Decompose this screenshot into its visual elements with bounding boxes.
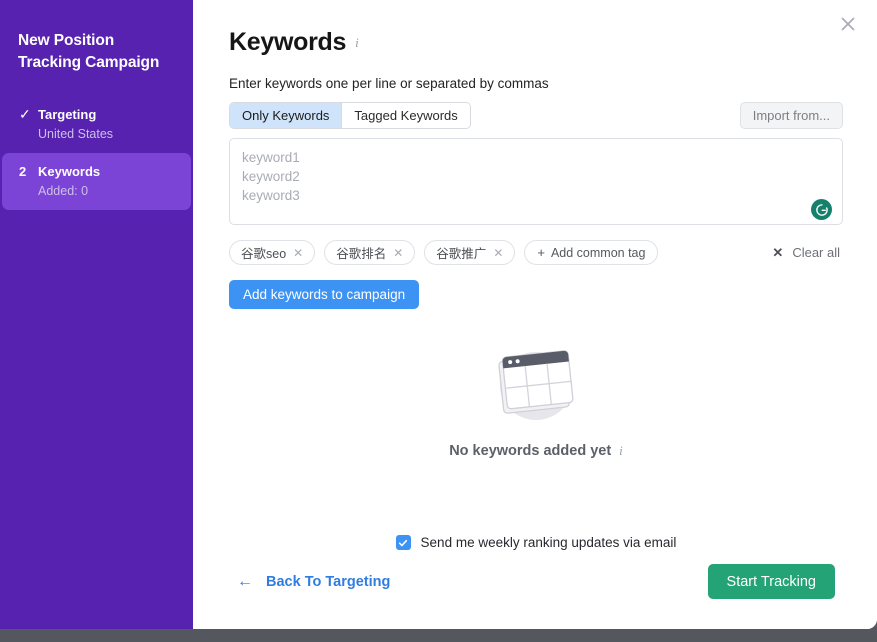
- page-bottom-bar: [0, 629, 877, 642]
- tag-chip[interactable]: 谷歌推广 ✕: [424, 240, 516, 265]
- keywords-textarea-wrap: [229, 138, 843, 230]
- keyword-mode-segmented-control: Only Keywords Tagged Keywords: [229, 102, 471, 129]
- tag-chip-label: 谷歌排名: [336, 247, 387, 261]
- step-label-targeting: Targeting: [38, 107, 97, 122]
- tag-chip[interactable]: 谷歌seo ✕: [229, 240, 316, 265]
- step-label-keywords: Keywords: [38, 164, 101, 179]
- clear-all-button[interactable]: ✕ Clear all: [772, 245, 843, 260]
- info-icon[interactable]: i: [619, 443, 623, 459]
- info-icon[interactable]: i: [355, 35, 359, 51]
- weekly-updates-checkbox[interactable]: [395, 535, 411, 550]
- empty-state-text-row: No keywords added yet i: [449, 443, 623, 459]
- tag-chip-list: 谷歌seo ✕ 谷歌排名 ✕ 谷歌推广 ✕ + Add common tag: [229, 240, 659, 265]
- empty-state-message: No keywords added yet: [449, 443, 612, 459]
- close-icon[interactable]: ✕: [393, 247, 403, 259]
- step-sub-keywords: Added: 0: [38, 184, 89, 198]
- weekly-updates-label[interactable]: Send me weekly ranking updates via email: [421, 535, 677, 550]
- campaign-wizard-modal: New Position Tracking Campaign ✓ Targeti…: [0, 0, 877, 629]
- back-to-targeting-label: Back To Targeting: [266, 573, 391, 590]
- close-icon[interactable]: ✕: [293, 247, 303, 259]
- panel-subtitle: Enter keywords one per line or separated…: [229, 76, 549, 91]
- arrow-left-icon: ←: [237, 572, 253, 590]
- empty-table-illustration: [498, 350, 574, 420]
- page-title-row: Keywords i: [229, 28, 843, 57]
- close-icon[interactable]: [833, 9, 863, 39]
- sidebar-step-targeting[interactable]: ✓ Targeting United States: [2, 96, 191, 153]
- tab-only-keywords[interactable]: Only Keywords: [230, 103, 342, 128]
- grammarly-icon[interactable]: [811, 199, 832, 220]
- back-to-targeting-link[interactable]: ← Back To Targeting: [237, 572, 391, 590]
- add-common-tag-button[interactable]: + Add common tag: [524, 240, 659, 265]
- keywords-panel: Keywords i Enter keywords one per line o…: [193, 0, 877, 629]
- campaign-title: New Position Tracking Campaign: [18, 32, 160, 71]
- sidebar-step-keywords[interactable]: 2 Keywords Added: 0: [2, 153, 191, 210]
- add-common-tag-label: Add common tag: [550, 245, 646, 260]
- weekly-updates-row: Send me weekly ranking updates via email: [229, 535, 843, 550]
- wizard-steps: ✓ Targeting United States 2 Keywords Add…: [0, 96, 193, 210]
- wizard-sidebar: New Position Tracking Campaign ✓ Targeti…: [0, 0, 193, 629]
- tag-chip[interactable]: 谷歌排名 ✕: [324, 240, 416, 265]
- keywords-controls-row: Only Keywords Tagged Keywords Import fro…: [229, 102, 843, 129]
- tab-tagged-keywords[interactable]: Tagged Keywords: [341, 103, 470, 128]
- keywords-input[interactable]: [229, 138, 843, 225]
- close-icon[interactable]: ✕: [493, 247, 503, 259]
- page-title: Keywords: [229, 28, 347, 56]
- step-number-badge: 2: [19, 164, 27, 179]
- close-icon: ✕: [772, 245, 784, 260]
- common-tags-row: 谷歌seo ✕ 谷歌排名 ✕ 谷歌推广 ✕ + Add common tag ✕…: [229, 240, 843, 265]
- empty-state: No keywords added yet i: [229, 341, 843, 459]
- step-complete-check-icon: ✓: [19, 106, 31, 122]
- add-keywords-to-campaign-button[interactable]: Add keywords to campaign: [229, 280, 420, 309]
- clear-all-label: Clear all: [792, 245, 840, 260]
- panel-footer: Send me weekly ranking updates via email…: [229, 535, 843, 599]
- plus-icon: +: [537, 245, 545, 260]
- tag-chip-label: 谷歌推广: [436, 247, 487, 261]
- tag-chip-label: 谷歌seo: [241, 247, 287, 261]
- step-sub-targeting: United States: [38, 127, 114, 141]
- app-root: New Position Tracking Campaign ✓ Targeti…: [0, 0, 877, 642]
- start-tracking-button[interactable]: Start Tracking: [707, 564, 835, 599]
- footer-actions: ← Back To Targeting Start Tracking: [229, 564, 843, 599]
- import-from-button[interactable]: Import from...: [739, 102, 843, 129]
